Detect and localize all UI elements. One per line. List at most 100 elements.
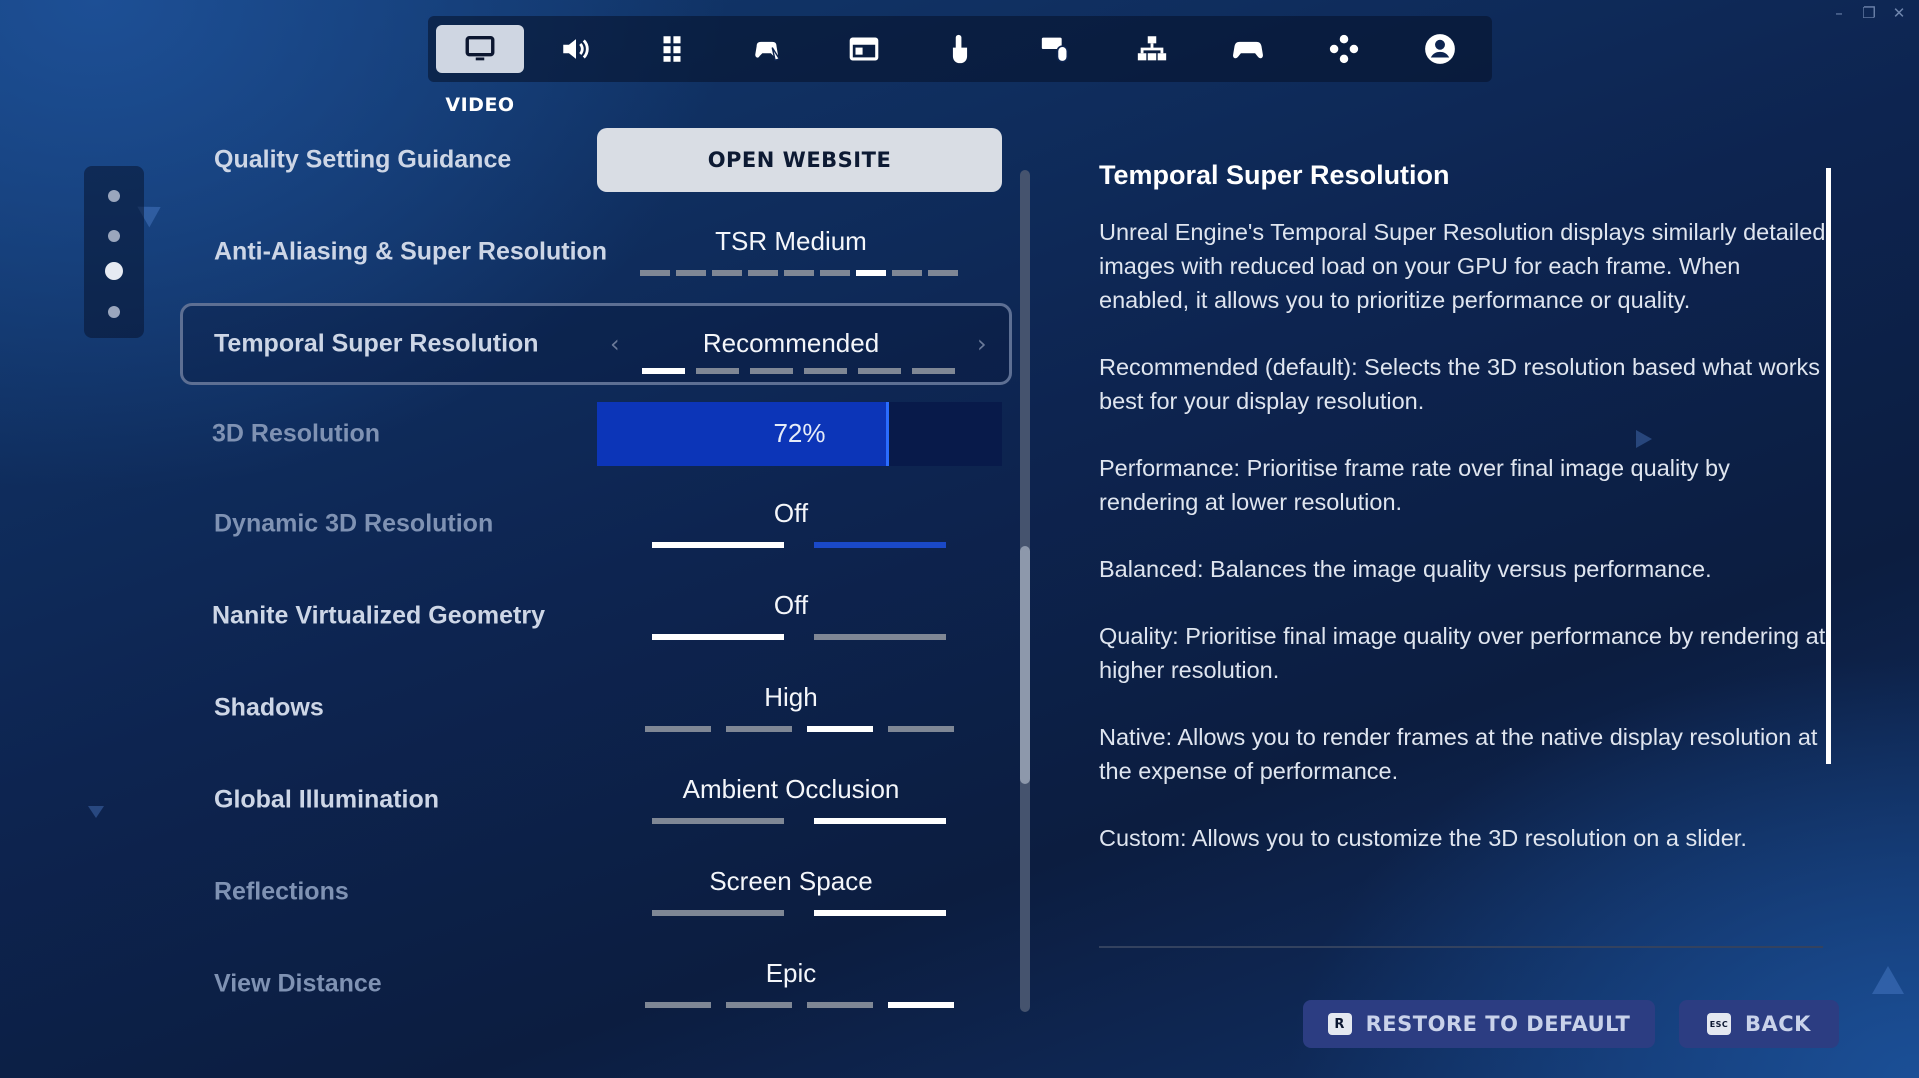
minimize-icon[interactable]: – [1831, 4, 1847, 22]
tab-touch[interactable] [916, 25, 1004, 73]
setting-global-illumination[interactable]: Global Illumination Ambient Occlusion [180, 760, 1012, 840]
option-segment [820, 270, 850, 276]
back-label: BACK [1745, 1012, 1811, 1036]
active-tab-label: VIDEO [445, 94, 515, 116]
option-indicator [652, 910, 946, 916]
description-paragraph: Recommended (default): Selects the 3D re… [1099, 354, 1821, 414]
tab-video[interactable] [436, 25, 524, 73]
setting-value: Ambient Occlusion [682, 774, 900, 804]
setting-label: View Distance [214, 969, 382, 998]
option-segment [676, 270, 706, 276]
option-segment [748, 270, 778, 276]
pager-dot[interactable] [108, 190, 120, 202]
description-paragraph: Performance: Prioritise frame rate over … [1099, 455, 1730, 515]
option-segment [726, 726, 792, 732]
option-segment [912, 368, 955, 374]
description-divider [1099, 946, 1823, 948]
description-scrollbar[interactable] [1826, 168, 1831, 764]
option-segment-selected [814, 910, 946, 916]
setting-value: Recommended [702, 328, 880, 358]
option-segment [784, 270, 814, 276]
tab-accessibility[interactable] [628, 25, 716, 73]
controller-icon [1233, 41, 1263, 59]
option-segment [726, 1002, 792, 1008]
speaker-icon [563, 39, 589, 59]
option-segment [858, 368, 901, 374]
tab-controller[interactable] [1204, 25, 1292, 73]
option-segment [712, 270, 742, 276]
setting-label: Reflections [214, 877, 349, 906]
tab-controller-binds[interactable] [1300, 25, 1388, 73]
account-icon [1425, 34, 1455, 64]
chevron-right-icon[interactable]: › [977, 330, 987, 358]
option-segment-selected [652, 634, 784, 640]
tab-audio[interactable] [532, 25, 620, 73]
option-segment [814, 542, 946, 548]
setting-dynamic-3d-resolution[interactable]: Dynamic 3D Resolution Off [180, 484, 1012, 564]
description-paragraph: Unreal Engine's Temporal Super Resolutio… [1099, 219, 1826, 313]
section-pager [84, 166, 144, 338]
option-segment [645, 1002, 711, 1008]
setting-value: TSR Medium [715, 226, 867, 256]
setting-shadows[interactable]: Shadows High [180, 668, 1012, 748]
setting-description-panel: Temporal Super Resolution Unreal Engine'… [1099, 160, 1829, 888]
pager-dot[interactable] [108, 230, 120, 242]
option-segment [640, 270, 670, 276]
option-segment [888, 726, 954, 732]
setting-value: Screen Space [709, 866, 873, 896]
setting-label: Dynamic 3D Resolution [214, 509, 494, 538]
setting-nanite[interactable]: Nanite Virtualized Geometry Off [180, 576, 1012, 656]
setting-value: Off [773, 590, 809, 620]
pager-dot[interactable] [108, 306, 120, 318]
option-segment-selected [856, 270, 886, 276]
settings-tab-bar [428, 16, 1492, 82]
keyboard-mouse-icon [1041, 37, 1069, 63]
setting-view-distance[interactable]: View Distance Epic [180, 944, 1012, 1024]
option-segment [645, 726, 711, 732]
open-website-button[interactable]: OPEN WEBSITE [597, 128, 1002, 192]
setting-label: Nanite Virtualized Geometry [212, 601, 545, 630]
slider-value: 72% [773, 418, 826, 448]
gamepad-touch-icon [755, 41, 781, 62]
setting-anti-aliasing[interactable]: Anti-Aliasing & Super Resolution TSR Med… [180, 212, 1012, 292]
window-panel-icon [849, 37, 879, 61]
close-icon[interactable]: ✕ [1891, 4, 1907, 22]
option-segment-selected [888, 1002, 954, 1008]
option-segment [892, 270, 922, 276]
option-indicator [645, 1002, 954, 1008]
option-indicator [652, 634, 946, 640]
restore-icon[interactable]: ❐ [1861, 4, 1877, 22]
tab-ui[interactable] [820, 25, 908, 73]
description-title: Temporal Super Resolution [1099, 160, 1450, 190]
option-segment-selected [807, 726, 873, 732]
option-indicator [645, 726, 954, 732]
tab-gamepad-touch[interactable] [724, 25, 812, 73]
option-segment-selected [652, 542, 784, 548]
tab-network[interactable] [1108, 25, 1196, 73]
tab-account[interactable] [1396, 25, 1484, 73]
decor-triangle [88, 806, 104, 818]
key-esc-icon: ESC [1707, 1013, 1732, 1035]
settings-scrollbar-thumb[interactable] [1020, 546, 1030, 784]
description-paragraph: Balanced: Balances the image quality ver… [1099, 556, 1712, 582]
restore-default-button[interactable]: R RESTORE TO DEFAULT [1303, 1000, 1655, 1048]
controller-dpad-icon [1329, 34, 1359, 64]
setting-label: Quality Setting Guidance [214, 145, 512, 174]
setting-value: Off [773, 498, 809, 528]
back-button[interactable]: ESC BACK [1679, 1000, 1839, 1048]
network-icon [1137, 36, 1167, 61]
setting-temporal-super-resolution[interactable]: Temporal Super Resolution ‹ Recommended … [180, 303, 1012, 385]
option-segment [807, 1002, 873, 1008]
monitor-icon [465, 35, 495, 61]
option-segment [750, 368, 793, 374]
option-indicator [652, 542, 946, 548]
setting-label: Temporal Super Resolution [214, 329, 539, 358]
option-indicator [652, 818, 946, 824]
resolution-3d-slider[interactable]: 72% [597, 402, 1002, 466]
setting-reflections[interactable]: Reflections Screen Space [180, 852, 1012, 932]
tab-keyboard-mouse[interactable] [1012, 25, 1100, 73]
window-controls: – ❐ ✕ [1831, 4, 1907, 22]
option-segment [928, 270, 958, 276]
pager-dot-active[interactable] [105, 262, 123, 280]
description-paragraph: Custom: Allows you to customize the 3D r… [1099, 825, 1747, 851]
